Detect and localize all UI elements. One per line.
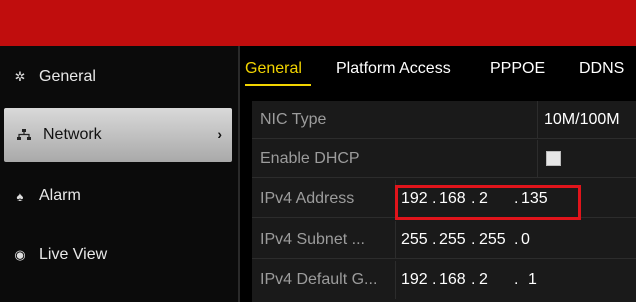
octet-dot: . (432, 231, 437, 248)
nic-type-select[interactable]: 10M/100M (544, 111, 620, 129)
sidebar-item-live-view[interactable]: ◉ Live View (0, 228, 238, 282)
ipv4-gateway-label: IPv4 Default G... (260, 271, 378, 288)
network-icon (16, 129, 32, 141)
sidebar-item-general[interactable]: ✲ General (0, 50, 238, 104)
highlight-box (395, 185, 581, 220)
ipv4-address-label: IPv4 Address (260, 190, 355, 207)
sidebar-item-label: Live View (39, 246, 108, 263)
sidebar-item-alarm[interactable]: ♠ Alarm (0, 169, 238, 223)
sidebar-item-network[interactable]: Network › (4, 108, 232, 162)
nic-type-row: NIC Type 10M/100M (252, 101, 636, 139)
sidebar-item-label: Network (43, 126, 102, 143)
top-banner (0, 0, 636, 46)
sidebar: ✲ General Network › ♠ Alarm ◉ Live View (0, 46, 238, 302)
gear-icon: ✲ (14, 69, 26, 84)
sidebar-item-label: General (39, 68, 96, 85)
tab-platform-access[interactable]: Platform Access (336, 60, 451, 78)
ipv4-subnet-row: IPv4 Subnet ... 255 . 255 . 255 . 0 (252, 221, 636, 259)
dhcp-label: Enable DHCP (260, 150, 360, 167)
nic-type-label: NIC Type (260, 111, 327, 128)
dhcp-row: Enable DHCP (252, 140, 636, 178)
tab-pppoe[interactable]: PPPOE (490, 60, 545, 78)
ipv4-subnet-octet-1[interactable]: 255 (401, 231, 428, 249)
column-separator (395, 221, 396, 259)
ipv4-gateway-octet-1[interactable]: 192 (401, 271, 428, 289)
ipv4-subnet-label: IPv4 Subnet ... (260, 231, 365, 248)
tab-bar: General Platform Access PPPOE DDNS (240, 46, 636, 94)
column-separator (395, 261, 396, 299)
chevron-right-icon: › (217, 126, 222, 142)
bell-icon: ♠ (16, 188, 24, 204)
active-tab-indicator (245, 84, 311, 86)
tab-general[interactable]: General (245, 60, 302, 78)
ipv4-gateway-octet-3[interactable]: 2 (479, 271, 488, 289)
ipv4-gateway-row: IPv4 Default G... 192 . 168 . 2 . 1 (252, 261, 636, 299)
ipv4-subnet-octet-2[interactable]: 255 (439, 231, 466, 249)
dhcp-checkbox[interactable] (546, 151, 561, 166)
column-separator (537, 140, 538, 178)
octet-dot: . (471, 271, 476, 288)
column-separator (537, 101, 538, 139)
ipv4-subnet-octet-3[interactable]: 255 (479, 231, 506, 249)
eye-icon: ◉ (14, 247, 26, 262)
ipv4-gateway-octet-4[interactable]: 1 (528, 271, 537, 289)
ipv4-subnet-octet-4[interactable]: 0 (521, 231, 530, 249)
main-content: General Platform Access PPPOE DDNS NIC T… (240, 46, 636, 302)
octet-dot: . (514, 271, 519, 288)
ipv4-gateway-octet-2[interactable]: 168 (439, 271, 466, 289)
octet-dot: . (471, 231, 476, 248)
tab-ddns[interactable]: DDNS (579, 60, 624, 78)
octet-dot: . (514, 231, 519, 248)
sidebar-item-label: Alarm (39, 187, 81, 204)
octet-dot: . (432, 271, 437, 288)
